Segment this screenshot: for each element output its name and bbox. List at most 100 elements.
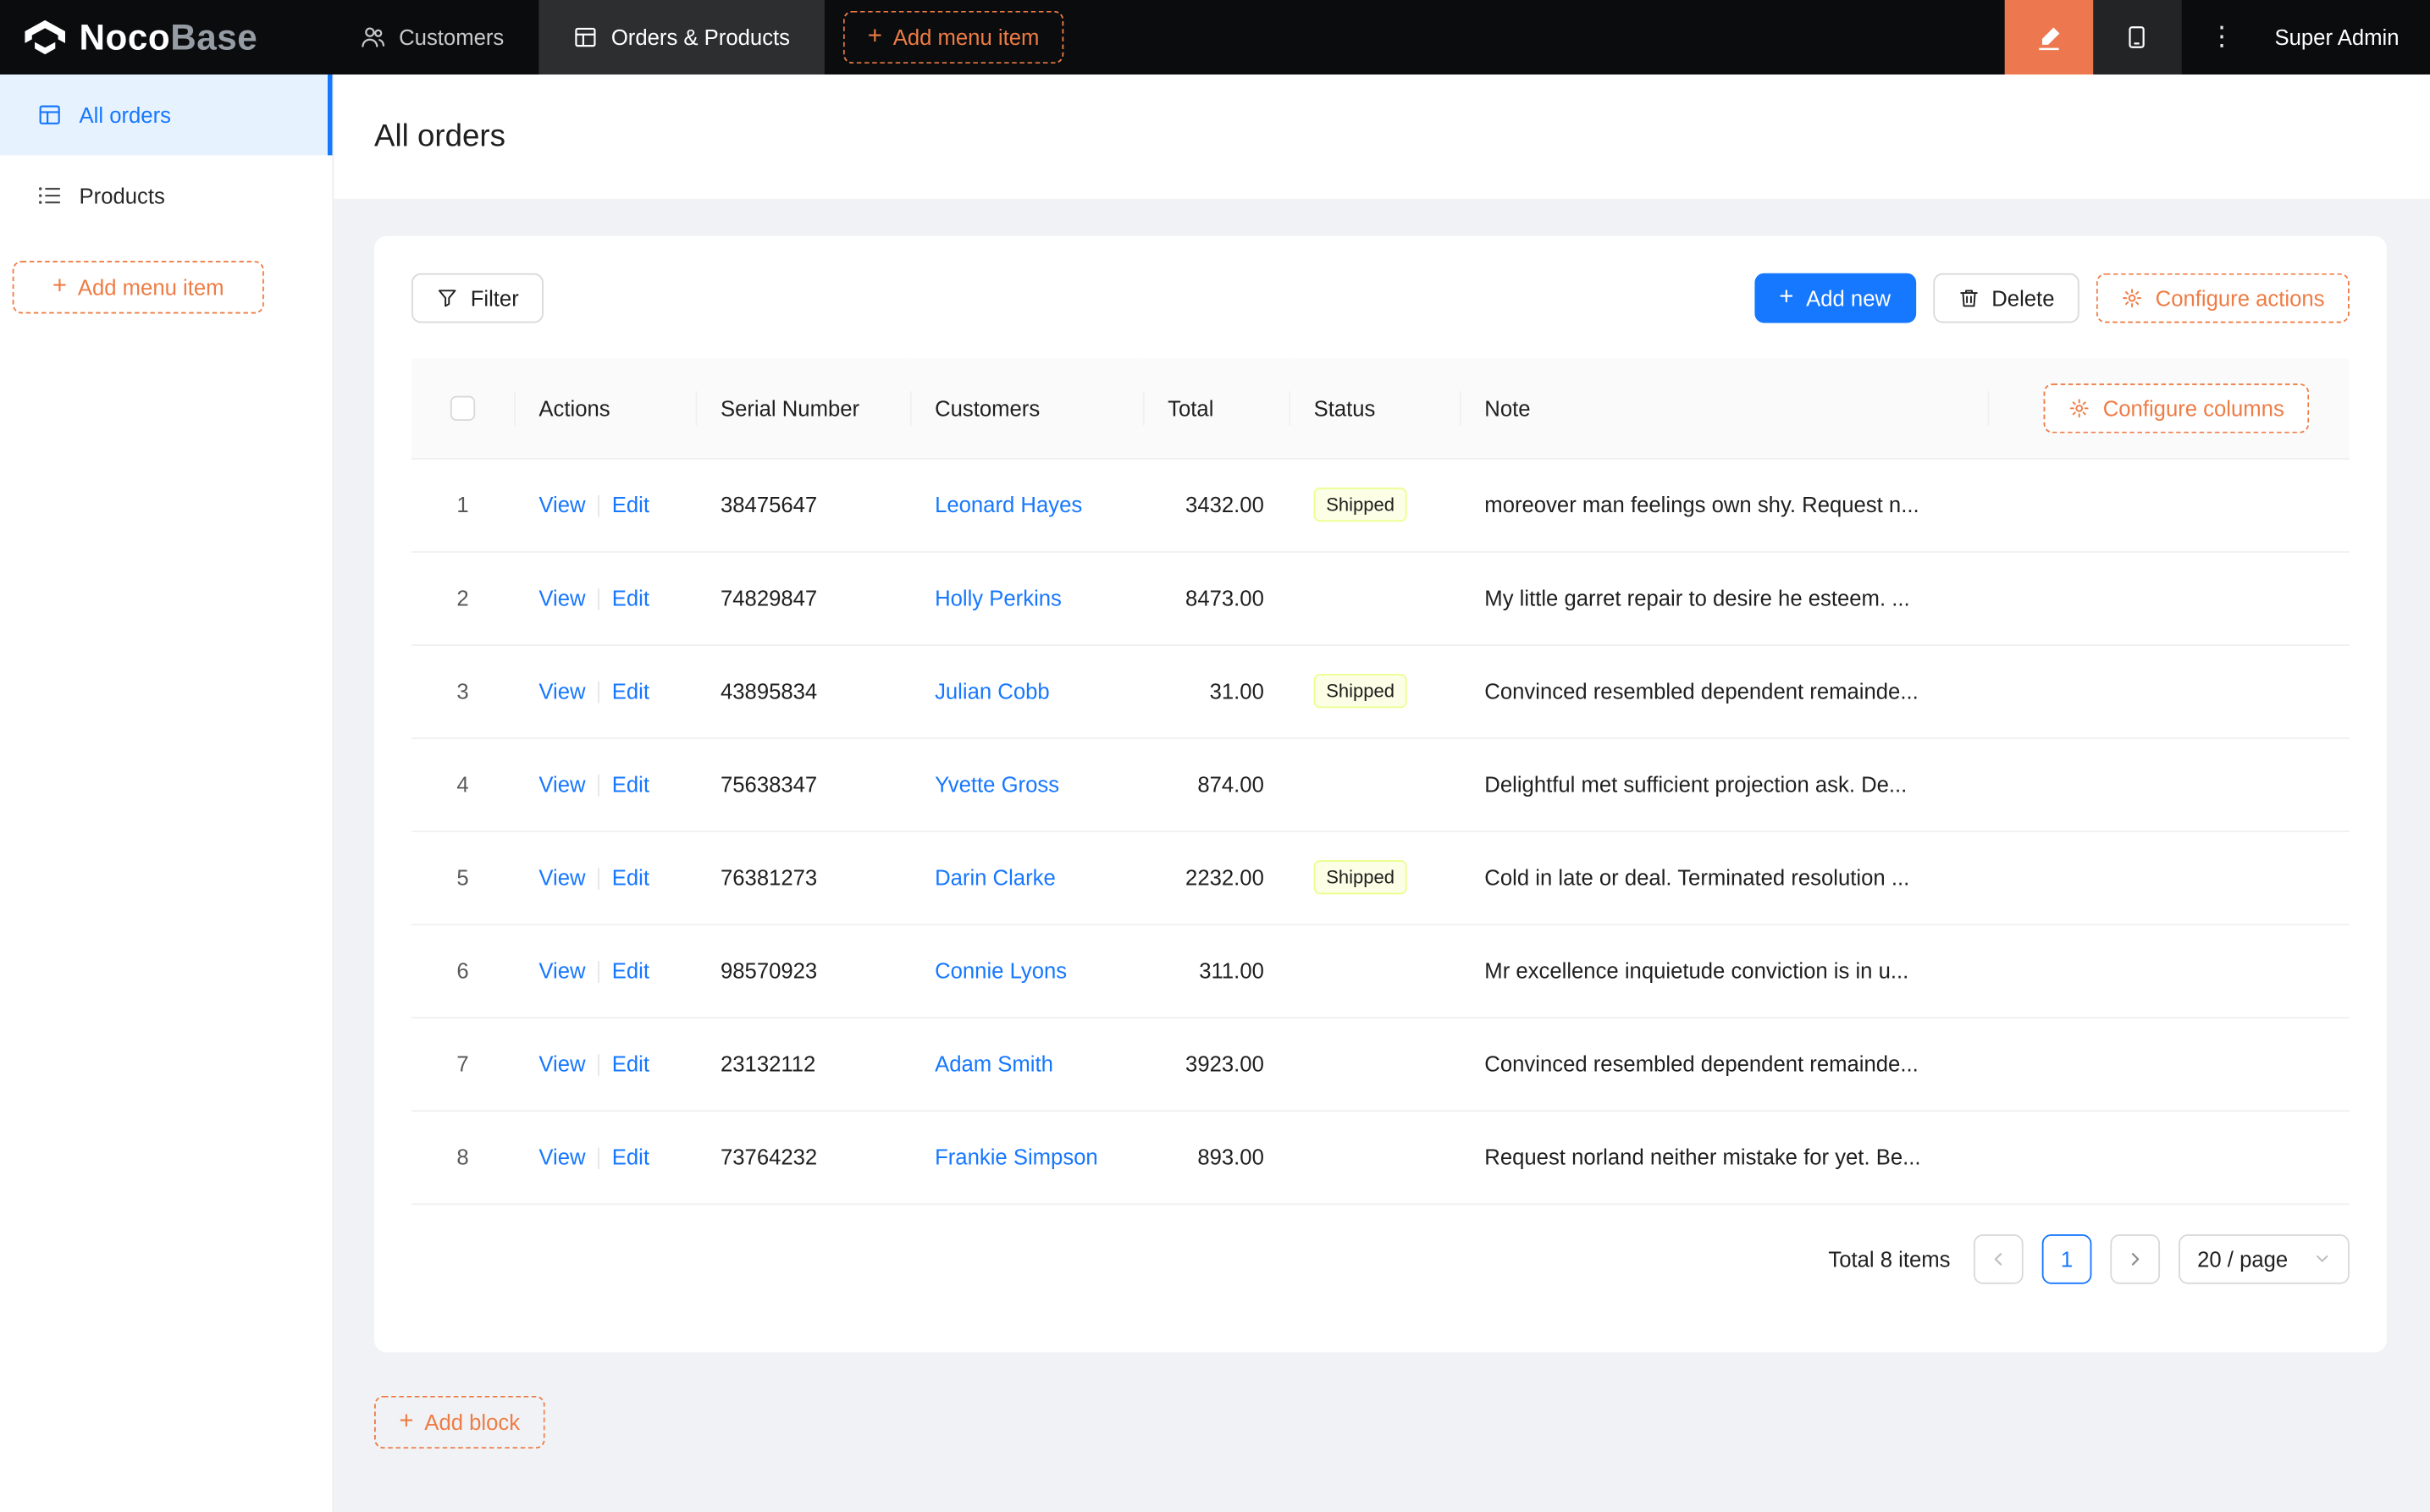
plus-icon: + [399, 1407, 414, 1434]
row-actions-cell: View Edit [514, 1110, 696, 1205]
row-actions-cell: View Edit [514, 551, 696, 646]
view-link[interactable]: View [538, 585, 585, 610]
page-size-select[interactable]: 20 / page [2179, 1233, 2350, 1283]
row-index[interactable]: 2 [411, 551, 515, 646]
total-cell: 8473.00 [1142, 551, 1290, 646]
add-new-button[interactable]: + Add new [1753, 273, 1916, 323]
status-cell: Shipped [1289, 458, 1460, 552]
view-link[interactable]: View [538, 1144, 585, 1168]
sidebar-item-label: All orders [79, 102, 171, 128]
serial-number-cell: 43895834 [695, 644, 910, 739]
configure-actions-label: Configure actions [2155, 285, 2325, 311]
customer-link[interactable]: Connie Lyons [935, 958, 1067, 983]
column-header-status[interactable]: Status [1289, 358, 1460, 459]
configure-columns-button[interactable]: Configure columns [2044, 383, 2310, 433]
config-spacer-cell [1987, 644, 2350, 739]
edit-link[interactable]: Edit [612, 957, 649, 982]
customer-cell: Connie Lyons [909, 924, 1143, 1018]
total-cell: 3923.00 [1142, 1017, 1290, 1112]
config-spacer-cell [1987, 830, 2350, 925]
user-menu[interactable]: Super Admin [2262, 25, 2430, 49]
customer-cell: Holly Perkins [909, 551, 1143, 646]
table-row: 4 View Edit 75638347 Yvette Gross 874.00 [411, 737, 2350, 832]
trash-icon [1958, 287, 1980, 309]
edit-link[interactable]: Edit [612, 492, 649, 516]
action-divider [598, 1054, 600, 1077]
column-header-actions[interactable]: Actions [514, 358, 696, 459]
filter-label: Filter [470, 285, 519, 311]
configure-actions-button[interactable]: Configure actions [2096, 273, 2350, 323]
pagination-prev-button[interactable] [1974, 1233, 2024, 1283]
total-cell: 874.00 [1142, 737, 1290, 832]
sidebar-item-products[interactable]: Products [0, 155, 332, 235]
orders-table: Actions Serial Number Customers Total St… [411, 358, 2350, 1205]
add-block-button[interactable]: + Add block [373, 1394, 545, 1449]
edit-link[interactable]: Edit [612, 1144, 649, 1168]
edit-link[interactable]: Edit [612, 1051, 649, 1075]
customer-cell: Yvette Gross [909, 737, 1143, 832]
tablet-icon [2125, 25, 2150, 49]
nav-item-customers[interactable]: Customers [326, 0, 538, 74]
edit-link[interactable]: Edit [612, 864, 649, 889]
row-index[interactable]: 4 [411, 737, 515, 832]
more-actions-button[interactable]: ⋮ [2181, 0, 2262, 74]
customer-link[interactable]: Julian Cobb [935, 678, 1050, 703]
ellipsis-icon: ⋮ [2208, 21, 2235, 52]
serial-number-cell: 38475647 [695, 458, 910, 552]
customer-link[interactable]: Frankie Simpson [935, 1145, 1098, 1169]
view-link[interactable]: View [538, 864, 585, 889]
sidebar-item-all-orders[interactable]: All orders [0, 74, 333, 156]
edit-link[interactable]: Edit [612, 771, 649, 796]
customer-link[interactable]: Adam Smith [935, 1051, 1053, 1076]
note-cell: moreover man feelings own shy. Request n… [1459, 458, 1988, 552]
customer-link[interactable]: Leonard Hayes [935, 492, 1082, 516]
column-header-customers[interactable]: Customers [909, 358, 1143, 459]
pagination-page-1-button[interactable]: 1 [2041, 1233, 2092, 1283]
note-cell: Cold in late or deal. Terminated resolut… [1459, 830, 1988, 925]
column-header-note[interactable]: Note [1459, 358, 1988, 459]
customer-link[interactable]: Darin Clarke [935, 865, 1056, 890]
customer-link[interactable]: Holly Perkins [935, 585, 1062, 610]
action-divider [598, 1147, 600, 1170]
customer-link[interactable]: Yvette Gross [935, 771, 1059, 796]
table-row: 3 View Edit 43895834 Julian Cobb 31.00 Sh… [411, 644, 2350, 739]
pagination-next-button[interactable] [2110, 1233, 2161, 1283]
orders-card: Filter + Add new Delete Configure action… [373, 235, 2387, 1352]
pagination-total: Total 8 items [1828, 1245, 1951, 1272]
row-index[interactable]: 6 [411, 924, 515, 1018]
view-link[interactable]: View [538, 492, 585, 516]
sidebar: All orders Products + Add menu item [0, 74, 334, 1512]
view-link[interactable]: View [538, 957, 585, 982]
row-index[interactable]: 7 [411, 1017, 515, 1112]
view-link[interactable]: View [538, 1051, 585, 1075]
page-header: All orders [334, 74, 2430, 199]
row-index[interactable]: 8 [411, 1110, 515, 1205]
list-icon [37, 183, 62, 207]
view-link[interactable]: View [538, 678, 585, 703]
add-menu-item-button-sidebar[interactable]: + Add menu item [12, 261, 264, 314]
select-all-checkbox[interactable] [450, 396, 476, 422]
delete-button[interactable]: Delete [1932, 273, 2079, 323]
filter-button[interactable]: Filter [411, 273, 544, 323]
table-row: 8 View Edit 73764232 Frankie Simpson 893.… [411, 1110, 2350, 1205]
ui-editor-button[interactable] [2004, 0, 2093, 75]
total-cell: 893.00 [1142, 1110, 1290, 1205]
note-cell: Convinced resembled dependent remainde..… [1459, 644, 1988, 739]
config-spacer-cell [1987, 924, 2350, 1018]
table-row: 2 View Edit 74829847 Holly Perkins 8473.0… [411, 551, 2350, 646]
row-index[interactable]: 5 [411, 830, 515, 925]
status-cell [1289, 1017, 1460, 1112]
brand-logo[interactable]: NocoBase [0, 0, 285, 74]
edit-link[interactable]: Edit [612, 678, 649, 703]
column-header-serial-number[interactable]: Serial Number [695, 358, 910, 459]
nocobase-logo-icon [25, 19, 66, 55]
edit-link[interactable]: Edit [612, 585, 649, 610]
row-index[interactable]: 3 [411, 644, 515, 739]
row-index[interactable]: 1 [411, 458, 515, 552]
view-link[interactable]: View [538, 771, 585, 796]
column-header-total[interactable]: Total [1142, 358, 1290, 459]
nav-item-orders-products[interactable]: Orders & Products [538, 0, 825, 75]
add-menu-item-button-header[interactable]: + Add menu item [842, 10, 1064, 64]
mobile-preview-button[interactable] [2092, 0, 2182, 75]
chevron-down-icon [2314, 1250, 2331, 1266]
